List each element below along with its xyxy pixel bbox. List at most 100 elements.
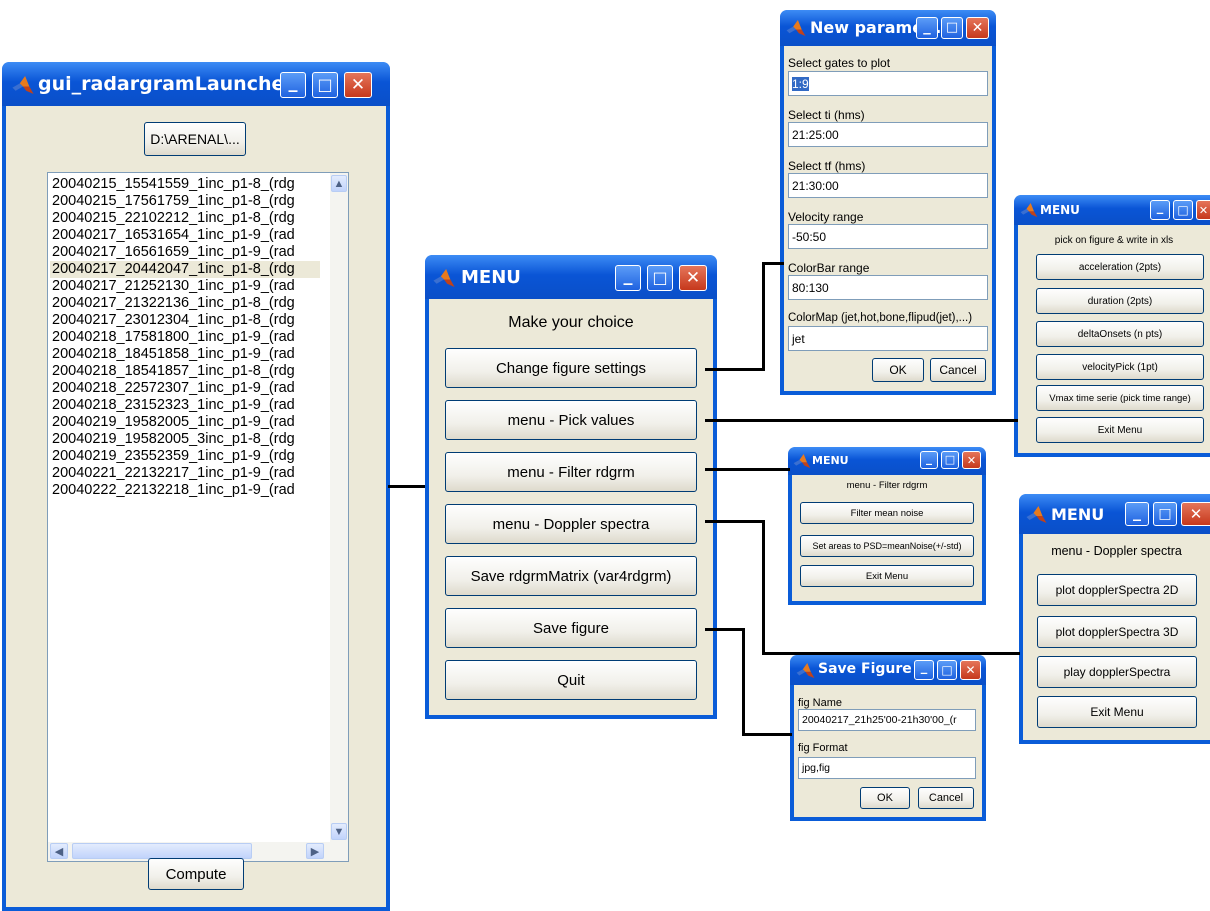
colorbar-label: ColorBar range xyxy=(788,261,870,275)
list-item[interactable]: 20040218_17581800_1inc_p1-9_(rad xyxy=(50,329,320,346)
horizontal-scroll-thumb[interactable] xyxy=(72,843,252,859)
play-doppler-button[interactable]: play dopplerSpectra xyxy=(1037,656,1197,688)
save-figure-ok-button[interactable]: OK xyxy=(860,787,910,809)
filter-menu-minimize-button[interactable]: _ xyxy=(920,451,938,469)
maximize-icon: □ xyxy=(945,20,959,35)
doppler-spectra-button[interactable]: menu - Doppler spectra xyxy=(445,504,697,544)
pick-menu-exit-button[interactable]: Exit Menu xyxy=(1036,417,1204,443)
list-item[interactable]: 20040215_15541559_1inc_p1-8_(rdg xyxy=(50,176,320,193)
list-item[interactable]: 20040218_23152323_1inc_p1-9_(rad xyxy=(50,397,320,414)
filter-menu-window: MENU _ □ ✕ menu - Filter rdgrm Filter me… xyxy=(788,447,986,605)
scroll-down-button[interactable]: ▼ xyxy=(331,823,347,840)
list-item[interactable]: 20040217_16561659_1inc_p1-9_(rad xyxy=(50,244,320,261)
compute-button[interactable]: Compute xyxy=(148,858,244,890)
main-menu-maximize-button[interactable]: □ xyxy=(647,265,673,291)
file-list[interactable]: 20040215_15541559_1inc_p1-8_(rdg 20040215… xyxy=(47,172,349,862)
list-item[interactable]: 20040215_17561759_1inc_p1-8_(rdg xyxy=(50,193,320,210)
list-item[interactable]: 20040217_21322136_1inc_p1-8_(rdg xyxy=(50,295,320,312)
save-figure-maximize-button[interactable]: □ xyxy=(937,660,957,680)
filter-menu-close-button[interactable]: ✕ xyxy=(962,451,981,469)
acceleration-button[interactable]: acceleration (2pts) xyxy=(1036,254,1204,280)
connector-change-settings-v xyxy=(762,262,765,371)
launcher-window: gui_radargramLauncher _ □ ✕ D:\ARENAL\..… xyxy=(2,62,390,911)
set-areas-psd-button[interactable]: Set areas to PSD=meanNoise(+/-std) xyxy=(800,535,974,557)
list-item[interactable]: 20040219_23552359_1inc_p1-9_(rdg xyxy=(50,448,320,465)
connector-save-figure-v xyxy=(742,628,745,736)
new-params-minimize-button[interactable]: _ xyxy=(916,17,938,39)
list-item[interactable]: 20040218_22572307_1inc_p1-9_(rad xyxy=(50,380,320,397)
ti-input[interactable]: 21:25:00 xyxy=(788,122,988,147)
launcher-maximize-button[interactable]: □ xyxy=(312,72,338,98)
save-figure-close-button[interactable]: ✕ xyxy=(960,660,981,680)
plot-doppler-3d-button[interactable]: plot dopplerSpectra 3D xyxy=(1037,616,1197,648)
new-params-cancel-button[interactable]: Cancel xyxy=(930,358,986,382)
close-icon: ✕ xyxy=(965,663,976,677)
save-figure-cancel-button[interactable]: Cancel xyxy=(918,787,974,809)
doppler-menu-maximize-button[interactable]: □ xyxy=(1153,502,1177,526)
pick-menu-window: MENU _ □ ✕ pick on figure & write in xls… xyxy=(1014,195,1210,457)
filter-menu-exit-button[interactable]: Exit Menu xyxy=(800,565,974,587)
matlab-logo-icon xyxy=(1026,506,1047,524)
tf-input[interactable]: 21:30:00 xyxy=(788,173,988,198)
doppler-menu-minimize-button[interactable]: _ xyxy=(1125,502,1149,526)
pick-values-button[interactable]: menu - Pick values xyxy=(445,400,697,440)
scroll-left-button[interactable]: ◀ xyxy=(50,843,68,859)
pick-menu-maximize-button[interactable]: □ xyxy=(1173,200,1193,220)
fig-name-input[interactable]: 20040217_21h25'00-21h30'00_(r xyxy=(798,709,976,731)
save-figure-minimize-button[interactable]: _ xyxy=(914,660,934,680)
gates-input[interactable]: 1:9 xyxy=(788,71,988,96)
save-figure-button[interactable]: Save figure xyxy=(445,608,697,648)
list-item[interactable]: 20040217_16531654_1inc_p1-9_(rad xyxy=(50,227,320,244)
main-menu-title: MENU xyxy=(461,267,521,288)
launcher-minimize-button[interactable]: _ xyxy=(280,72,306,98)
new-params-window: New parame... _ □ ✕ Select gates to plot… xyxy=(780,10,996,395)
pick-menu-title: MENU xyxy=(1040,203,1080,217)
list-item[interactable]: 20040219_19582005_3inc_p1-8_(rdg xyxy=(50,431,320,448)
colorbar-input[interactable]: 80:130 xyxy=(788,275,988,300)
list-item[interactable]: 20040217_20442047_1inc_p1-8_(rdg xyxy=(50,261,320,278)
connector-pick-values xyxy=(705,419,1018,422)
pick-menu-close-button[interactable]: ✕ xyxy=(1196,200,1210,220)
fig-format-input[interactable]: jpg,fig xyxy=(798,757,976,779)
list-item[interactable]: 20040215_22102212_1inc_p1-8_(rdg xyxy=(50,210,320,227)
filter-mean-noise-button[interactable]: Filter mean noise xyxy=(800,502,974,524)
new-params-ok-button[interactable]: OK xyxy=(872,358,924,382)
duration-button[interactable]: duration (2pts) xyxy=(1036,288,1204,314)
list-item[interactable]: 20040218_18451858_1inc_p1-9_(rad xyxy=(50,346,320,363)
change-figure-settings-button[interactable]: Change figure settings xyxy=(445,348,697,388)
vmax-time-serie-button[interactable]: Vmax time serie (pick time range) xyxy=(1036,385,1204,411)
list-item[interactable]: 20040222_22132218_1inc_p1-9_(rad xyxy=(50,482,320,499)
delta-onsets-button[interactable]: deltaOnsets (n pts) xyxy=(1036,321,1204,347)
launcher-close-button[interactable]: ✕ xyxy=(344,72,372,98)
scroll-right-button[interactable]: ▶ xyxy=(306,843,324,859)
doppler-menu-close-button[interactable]: ✕ xyxy=(1181,502,1210,526)
new-params-maximize-button[interactable]: □ xyxy=(941,17,963,39)
minimize-icon: _ xyxy=(923,17,931,35)
connector-doppler-v xyxy=(762,520,765,655)
doppler-menu-exit-button[interactable]: Exit Menu xyxy=(1037,696,1197,728)
path-button[interactable]: D:\ARENAL\... xyxy=(144,122,246,156)
vertical-scrollbar[interactable]: ▲ ▼ xyxy=(330,173,348,843)
colormap-input[interactable]: jet xyxy=(788,326,988,351)
list-item[interactable]: 20040218_18541857_1inc_p1-8_(rdg xyxy=(50,363,320,380)
pick-menu-minimize-button[interactable]: _ xyxy=(1150,200,1170,220)
fig-name-label: fig Name xyxy=(798,697,843,709)
list-item[interactable]: 20040217_23012304_1inc_p1-8_(rdg xyxy=(50,312,320,329)
doppler-menu-heading: menu - Doppler spectra xyxy=(1051,544,1182,558)
new-params-close-button[interactable]: ✕ xyxy=(966,17,989,39)
main-menu-close-button[interactable]: ✕ xyxy=(679,265,707,291)
velocity-pick-button[interactable]: velocityPick (1pt) xyxy=(1036,354,1204,380)
list-item[interactable]: 20040217_21252130_1inc_p1-9_(rad xyxy=(50,278,320,295)
quit-button[interactable]: Quit xyxy=(445,660,697,700)
list-item[interactable]: 20040219_19582005_1inc_p1-9_(rad xyxy=(50,414,320,431)
main-menu-minimize-button[interactable]: _ xyxy=(615,265,641,291)
plot-doppler-2d-button[interactable]: plot dopplerSpectra 2D xyxy=(1037,574,1197,606)
scroll-up-button[interactable]: ▲ xyxy=(331,175,347,192)
save-rdgrm-matrix-button[interactable]: Save rdgrmMatrix (var4rdgrm) xyxy=(445,556,697,596)
filter-menu-maximize-button[interactable]: □ xyxy=(941,451,959,469)
gates-label: Select gates to plot xyxy=(788,56,891,70)
matlab-logo-icon xyxy=(796,663,815,679)
velocity-input[interactable]: -50:50 xyxy=(788,224,988,249)
list-item[interactable]: 20040221_22132217_1inc_p1-9_(rad xyxy=(50,465,320,482)
filter-rdgrm-button[interactable]: menu - Filter rdgrm xyxy=(445,452,697,492)
